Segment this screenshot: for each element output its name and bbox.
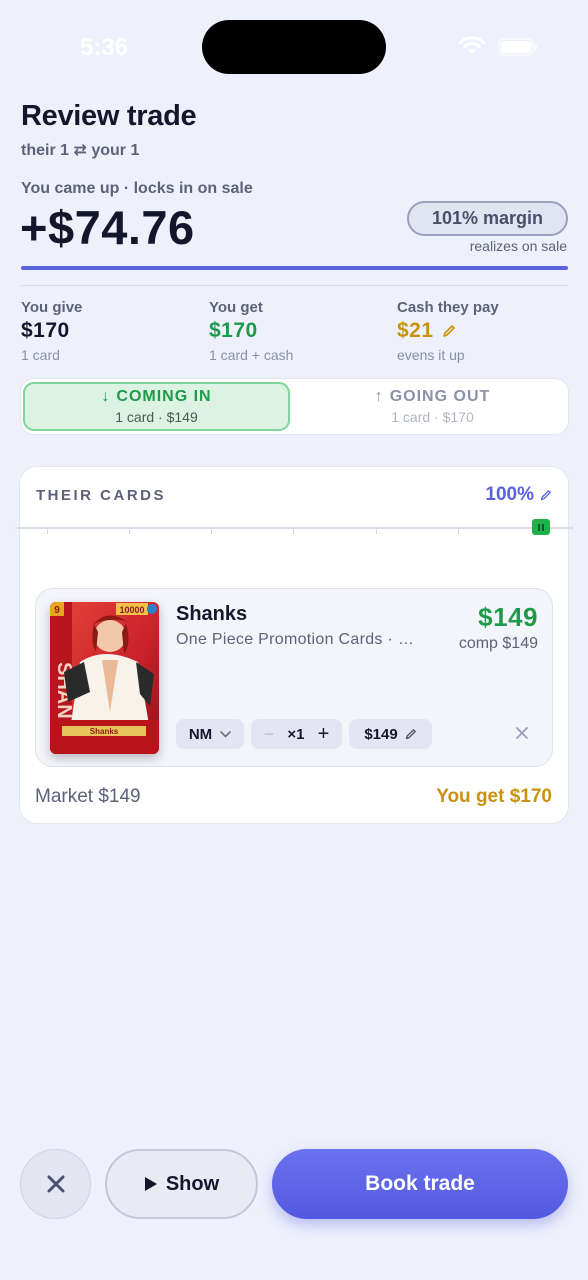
edit-cash-pencil-icon[interactable]: [442, 324, 456, 338]
your-count: your 1: [91, 142, 140, 159]
unit-price: $149: [364, 725, 398, 743]
summary-cash[interactable]: Cash they pay $21 evens it up: [397, 299, 499, 363]
swap-icon: ⇄: [73, 142, 87, 159]
margin-badge: 101% margin: [407, 201, 568, 236]
coming-in-sub: 1 card · $149: [115, 409, 198, 425]
card-cost: 9: [54, 605, 60, 616]
percent-slider-thumb[interactable]: [532, 519, 550, 535]
slider-tick: [458, 529, 459, 534]
percent-slider-track[interactable]: [15, 527, 573, 529]
book-trade-button[interactable]: Book trade: [272, 1149, 568, 1219]
qty-decrement-button[interactable]: −: [264, 724, 275, 745]
get-label: You get: [209, 299, 263, 316]
get-value: $170: [209, 319, 293, 343]
close-button[interactable]: [20, 1149, 91, 1219]
condition-dropdown[interactable]: NM: [176, 719, 244, 749]
give-label: You give: [21, 299, 83, 316]
cash-sub: evens it up: [397, 347, 465, 363]
page-title: Review trade: [21, 100, 197, 132]
card-art-name: Shanks: [90, 727, 119, 736]
give-amount: $170: [21, 319, 70, 342]
tab-coming-in[interactable]: ↓ COMING IN 1 card · $149: [23, 382, 290, 431]
card-price: $149: [478, 602, 538, 632]
get-sub: 1 card + cash: [209, 347, 294, 363]
show-label: Show: [165, 1172, 220, 1195]
dynamic-island: [202, 20, 386, 74]
coming-in-label: COMING IN: [116, 388, 212, 405]
slider-tick: [293, 529, 294, 534]
card-image: SHANKS Shanks 9 10000: [50, 602, 159, 754]
slider-tick: [211, 529, 212, 534]
card-set: One Piece Promotion Cards · OP01-120: [176, 631, 421, 648]
going-out-label: GOING OUT: [389, 388, 491, 405]
card-item[interactable]: SHANKS Shanks 9 10000 Shanks One Piece P…: [35, 588, 553, 767]
arrow-down-icon: ↓: [101, 388, 111, 405]
panel-title: THEIR CARDS: [36, 487, 167, 504]
card-comp: comp $149: [458, 635, 538, 652]
profit-progress-bar: [21, 266, 568, 270]
profit-amount: +$74.76: [20, 201, 195, 254]
going-out-title: ↑ GOING OUT: [375, 388, 491, 406]
card-name: Shanks: [176, 603, 248, 625]
qty-value: ×1: [287, 725, 305, 743]
panel-percent: 100%: [485, 484, 534, 505]
unit-price-edit[interactable]: $149: [349, 719, 432, 749]
margin-note: realizes on sale: [469, 238, 567, 254]
quantity-stepper: − ×1 +: [251, 719, 342, 749]
card-power: 10000: [119, 605, 144, 615]
qty-increment-button[interactable]: +: [318, 723, 330, 746]
give-value: $170: [21, 319, 82, 343]
edit-percent-pencil-icon[interactable]: [540, 489, 552, 501]
profit-progress-fill: [21, 266, 568, 270]
summary-get: You get $170 1 card + cash: [209, 299, 293, 363]
summary-give: You give $170 1 card: [21, 299, 82, 363]
slider-tick: [47, 529, 48, 534]
battery-icon: [498, 38, 537, 56]
get-amount: $170: [209, 319, 258, 342]
coming-in-title: ↓ COMING IN: [101, 388, 211, 406]
wifi-icon: [459, 36, 485, 54]
you-get-total: You get $170: [436, 786, 552, 807]
condition-value: NM: [188, 725, 213, 743]
cash-value[interactable]: $21: [397, 319, 499, 343]
going-out-sub: 1 card · $170: [391, 409, 474, 425]
direction-segmented-control: ↓ COMING IN 1 card · $149 ↑ GOING OUT 1 …: [20, 378, 569, 435]
pencil-icon: [405, 729, 416, 740]
show-button[interactable]: Show: [105, 1149, 258, 1219]
remove-card-close-icon[interactable]: [514, 725, 530, 741]
give-sub: 1 card: [21, 347, 60, 363]
their-count: their 1: [21, 142, 70, 159]
profit-status: You came up · locks in on sale: [21, 180, 253, 197]
status-time: 5:36: [80, 34, 129, 61]
slider-tick: [376, 529, 377, 534]
divider: [21, 285, 568, 286]
slider-tick: [129, 529, 130, 534]
cash-label: Cash they pay: [397, 299, 499, 316]
play-icon: [144, 1177, 157, 1191]
arrow-up-icon: ↑: [374, 388, 384, 405]
status-bar: 5:36: [0, 0, 588, 96]
chevron-down-icon: [220, 730, 231, 738]
percent-edit[interactable]: 100%: [485, 484, 552, 506]
close-icon: [47, 1175, 64, 1193]
tab-going-out[interactable]: ↑ GOING OUT 1 card · $170: [299, 382, 566, 431]
cash-amount: $21: [397, 319, 434, 342]
trade-count-subtitle: their 1 ⇄ your 1: [21, 140, 139, 160]
market-total: Market $149: [35, 786, 141, 807]
